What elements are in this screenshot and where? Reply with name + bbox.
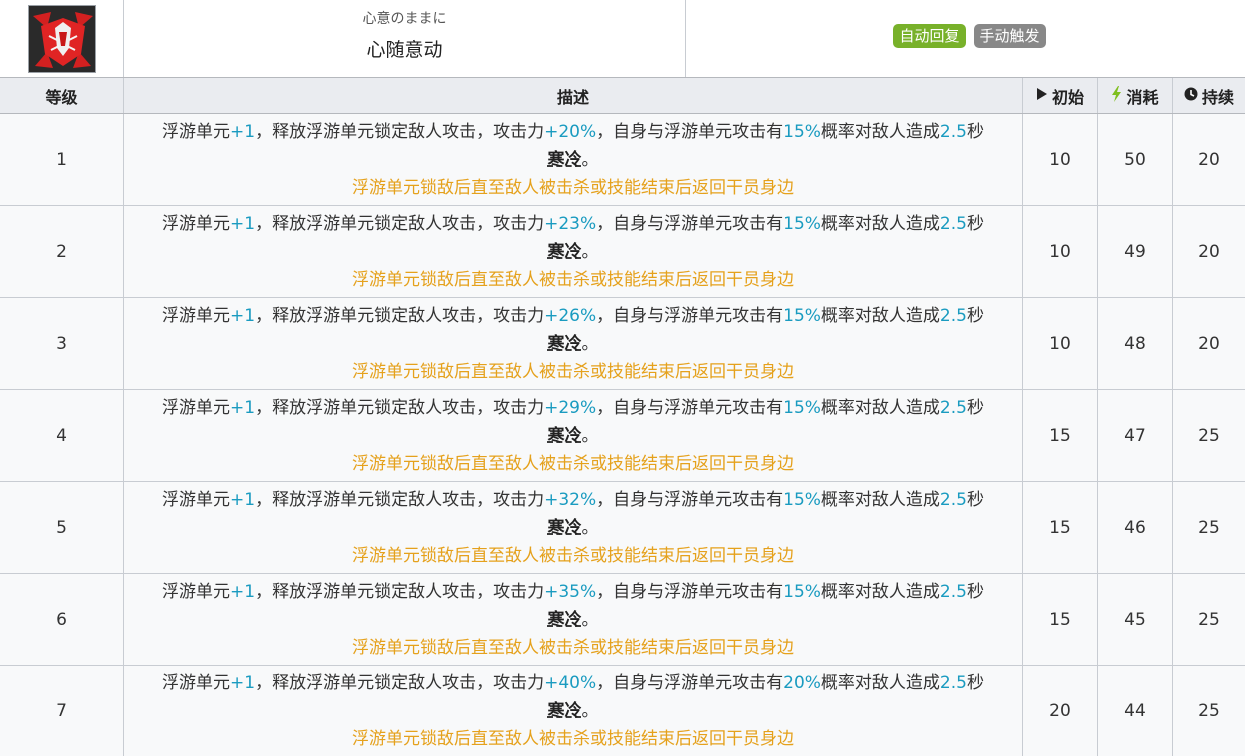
row-duration: 25 bbox=[1198, 517, 1220, 538]
row-cost: 49 bbox=[1098, 206, 1173, 297]
skill-name: 心随意动 bbox=[366, 39, 443, 61]
row-description: 浮游单元+1，释放浮游单元锁定敌人攻击，攻击力+20%，自身与浮游单元攻击有15… bbox=[124, 114, 1023, 205]
row-description: 浮游单元+1，释放浮游单元锁定敌人攻击，攻击力+32%，自身与浮游单元攻击有15… bbox=[124, 482, 1023, 573]
row-duration: 25 bbox=[1198, 425, 1220, 446]
status-term[interactable]: 寒冷 bbox=[548, 150, 582, 170]
header-cost: 消耗 bbox=[1098, 78, 1173, 113]
row-cost: 50 bbox=[1098, 114, 1173, 205]
header-initial: 初始 bbox=[1023, 78, 1098, 113]
table-row: 5 浮游单元+1，释放浮游单元锁定敌人攻击，攻击力+32%，自身与浮游单元攻击有… bbox=[0, 482, 1245, 574]
row-initial: 10 bbox=[1023, 114, 1098, 205]
row-note: 浮游单元锁敌后直至敌人被击杀或技能结束后返回干员身边 bbox=[352, 729, 794, 749]
row-level: 4 bbox=[0, 390, 124, 481]
row-level: 1 bbox=[0, 114, 124, 205]
table-row: 2 浮游单元+1，释放浮游单元锁定敌人攻击，攻击力+23%，自身与浮游单元攻击有… bbox=[0, 206, 1245, 298]
row-note: 浮游单元锁敌后直至敌人被击杀或技能结束后返回干员身边 bbox=[352, 361, 794, 382]
header-level: 等级 bbox=[0, 78, 124, 113]
skill-icon bbox=[27, 4, 96, 73]
table-row: 4 浮游单元+1，释放浮游单元锁定敌人攻击，攻击力+29%，自身与浮游单元攻击有… bbox=[0, 390, 1245, 482]
row-level: 5 bbox=[0, 482, 124, 573]
skill-header: 心意のままに 心随意动 自动回复 手动触发 bbox=[0, 0, 1245, 77]
row-level: 3 bbox=[0, 298, 124, 389]
row-duration: 25 bbox=[1198, 609, 1220, 630]
status-term[interactable]: 寒冷 bbox=[548, 334, 582, 354]
row-description: 浮游单元+1，释放浮游单元锁定敌人攻击，攻击力+40%，自身与浮游单元攻击有20… bbox=[124, 666, 1023, 756]
status-term[interactable]: 寒冷 bbox=[548, 242, 582, 262]
row-initial: 10 bbox=[1023, 206, 1098, 297]
row-cost: 48 bbox=[1098, 298, 1173, 389]
tag-manual-trigger: 手动触发 bbox=[973, 24, 1046, 48]
header-duration: 持续 bbox=[1173, 78, 1245, 113]
skill-icon-cell bbox=[0, 0, 124, 77]
header-initial-label: 初始 bbox=[1051, 87, 1084, 107]
row-initial: 20 bbox=[1023, 666, 1098, 756]
row-initial: 15 bbox=[1023, 574, 1098, 665]
status-term[interactable]: 寒冷 bbox=[548, 610, 582, 630]
row-note: 浮游单元锁敌后直至敌人被击杀或技能结束后返回干员身边 bbox=[352, 269, 794, 290]
clock-icon bbox=[1184, 86, 1198, 105]
row-initial: 10 bbox=[1023, 298, 1098, 389]
skill-tags: 自动回复 手动触发 bbox=[686, 0, 1245, 77]
header-cost-label: 消耗 bbox=[1126, 87, 1159, 107]
row-level: 7 bbox=[0, 666, 124, 756]
header-description: 描述 bbox=[124, 78, 1023, 113]
row-description: 浮游单元+1，释放浮游单元锁定敌人攻击，攻击力+35%，自身与浮游单元攻击有15… bbox=[124, 574, 1023, 665]
table-row: 6 浮游单元+1，释放浮游单元锁定敌人攻击，攻击力+35%，自身与浮游单元攻击有… bbox=[0, 574, 1245, 666]
row-level: 2 bbox=[0, 206, 124, 297]
row-initial: 15 bbox=[1023, 390, 1098, 481]
row-cost: 46 bbox=[1098, 482, 1173, 573]
row-description: 浮游单元+1，释放浮游单元锁定敌人攻击，攻击力+29%，自身与浮游单元攻击有15… bbox=[124, 390, 1023, 481]
row-cost: 45 bbox=[1098, 574, 1173, 665]
row-level: 6 bbox=[0, 574, 124, 665]
row-duration: 20 bbox=[1198, 241, 1220, 262]
row-initial: 15 bbox=[1023, 482, 1098, 573]
table-row: 3 浮游单元+1，释放浮游单元锁定敌人攻击，攻击力+26%，自身与浮游单元攻击有… bbox=[0, 298, 1245, 390]
skill-subtitle: 心意のままに bbox=[362, 11, 447, 27]
table-row: 7 浮游单元+1，释放浮游单元锁定敌人攻击，攻击力+40%，自身与浮游单元攻击有… bbox=[0, 666, 1245, 756]
play-icon bbox=[1036, 86, 1048, 105]
row-cost: 44 bbox=[1098, 666, 1173, 756]
row-duration: 20 bbox=[1198, 149, 1220, 170]
table-header: 等级 描述 初始 消耗 持续 bbox=[0, 77, 1245, 114]
tag-auto-recovery: 自动回复 bbox=[893, 24, 966, 48]
bolt-icon bbox=[1111, 85, 1122, 106]
table-row: 1 浮游单元+1，释放浮游单元锁定敌人攻击，攻击力+20%，自身与浮游单元攻击有… bbox=[0, 114, 1245, 206]
row-duration: 25 bbox=[1198, 701, 1220, 721]
row-note: 浮游单元锁敌后直至敌人被击杀或技能结束后返回干员身边 bbox=[352, 545, 794, 566]
row-duration: 20 bbox=[1198, 333, 1220, 354]
status-term[interactable]: 寒冷 bbox=[548, 701, 582, 721]
skill-title-cell: 心意のままに 心随意动 bbox=[124, 0, 686, 77]
row-note: 浮游单元锁敌后直至敌人被击杀或技能结束后返回干员身边 bbox=[352, 637, 794, 658]
status-term[interactable]: 寒冷 bbox=[548, 518, 582, 538]
row-note: 浮游单元锁敌后直至敌人被击杀或技能结束后返回干员身边 bbox=[352, 177, 794, 198]
row-description: 浮游单元+1，释放浮游单元锁定敌人攻击，攻击力+23%，自身与浮游单元攻击有15… bbox=[124, 206, 1023, 297]
row-note: 浮游单元锁敌后直至敌人被击杀或技能结束后返回干员身边 bbox=[352, 453, 794, 474]
row-cost: 47 bbox=[1098, 390, 1173, 481]
header-duration-label: 持续 bbox=[1201, 87, 1234, 107]
status-term[interactable]: 寒冷 bbox=[548, 426, 582, 446]
row-description: 浮游单元+1，释放浮游单元锁定敌人攻击，攻击力+26%，自身与浮游单元攻击有15… bbox=[124, 298, 1023, 389]
